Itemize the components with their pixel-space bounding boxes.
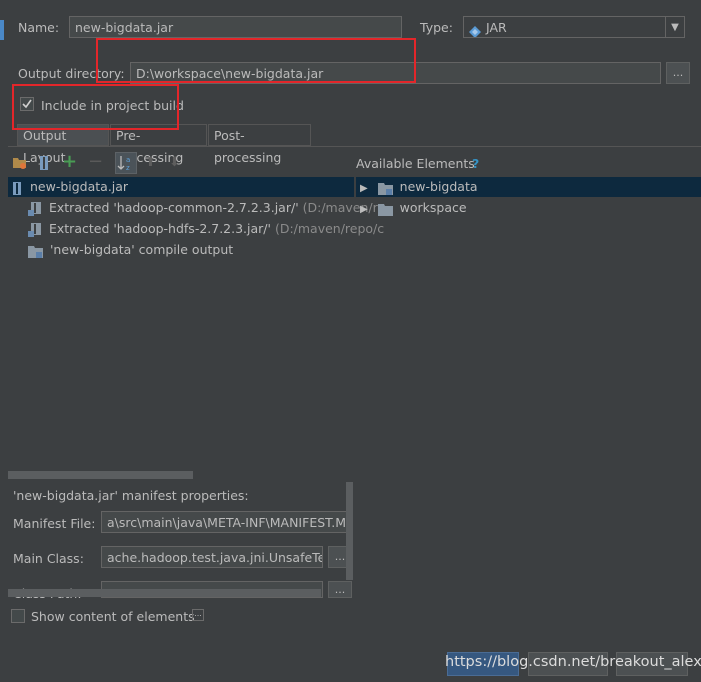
class-path-browse-button[interactable]: ... <box>328 581 352 598</box>
manifest-vertical-scrollbar[interactable] <box>346 482 353 580</box>
expand-arrow-icon[interactable]: ▶ <box>360 204 368 215</box>
tab-post-processing[interactable]: Post-processing <box>208 124 311 165</box>
module-output-folder-icon <box>28 244 43 258</box>
svg-text:a: a <box>126 156 130 164</box>
watermark: https://blog.csdn.net/breakout_alex <box>445 654 701 670</box>
tree-row-extracted-common[interactable]: Extracted 'hadoop-common-2.7.2.3.jar/' (… <box>28 198 385 218</box>
tree-row-compile-output[interactable]: 'new-bigdata' compile output <box>28 240 233 260</box>
manifest-header: 'new-bigdata.jar' manifest properties: <box>13 488 249 503</box>
annotation-box-include-build <box>12 84 179 130</box>
available-row-label: workspace <box>399 200 467 215</box>
left-edge-marker <box>0 20 4 40</box>
main-class-label: Main Class: <box>13 551 84 566</box>
svg-text:z: z <box>126 164 130 172</box>
tree-row-jar[interactable]: new-bigdata.jar <box>8 177 354 197</box>
type-value: JAR <box>486 20 507 35</box>
move-up-icon[interactable]: ⬆ <box>145 156 157 170</box>
available-row-label: new-bigdata <box>399 179 478 194</box>
name-label: Name: <box>18 20 60 35</box>
available-row-workspace[interactable]: ▶ workspace <box>356 198 467 218</box>
extracted-archive-icon <box>28 201 42 216</box>
manifest-horizontal-scrollbar[interactable] <box>8 589 321 597</box>
add-icon[interactable]: + <box>62 153 80 171</box>
jar-type-icon <box>469 23 481 37</box>
remove-icon[interactable]: − <box>88 153 103 171</box>
manifest-file-input[interactable]: a\src\main\java\META-INF\MANIFEST.MF <box>101 511 352 533</box>
show-content-checkbox[interactable] <box>11 609 25 623</box>
sort-icon[interactable]: az <box>115 152 137 174</box>
available-elements-panel: ▶ new-bigdata ▶ workspace <box>356 177 701 637</box>
new-folder-icon[interactable] <box>12 156 28 170</box>
tree-row-label: Extracted 'hadoop-common-2.7.2.3.jar/' <box>48 200 299 215</box>
chevron-down-icon: ▼ <box>665 17 684 37</box>
tree-row-extracted-hdfs[interactable]: Extracted 'hadoop-hdfs-2.7.2.3.jar/' (D:… <box>28 219 384 239</box>
jar-icon <box>12 181 22 195</box>
move-down-icon[interactable]: ⬇ <box>169 156 181 170</box>
folder-icon <box>377 202 393 216</box>
output-tree-panel: new-bigdata.jar Extracted 'hadoop-common… <box>8 177 385 479</box>
annotation-box-output-directory <box>96 38 416 83</box>
manifest-file-label: Manifest File: <box>13 516 96 531</box>
tree-row-label: 'new-bigdata' compile output <box>49 242 234 257</box>
extracted-archive-icon <box>28 222 42 237</box>
browse-button[interactable]: ... <box>666 62 690 84</box>
module-folder-icon <box>377 181 393 195</box>
archive-icon[interactable] <box>38 156 50 170</box>
help-icon[interactable]: ? <box>472 156 479 171</box>
available-elements-title: Available Elements <box>356 156 475 171</box>
tab-underline <box>8 146 701 147</box>
expand-arrow-icon[interactable]: ▶ <box>360 183 368 194</box>
type-select[interactable]: JAR ▼ <box>463 16 685 38</box>
main-class-input[interactable]: ache.hadoop.test.java.jni.UnsafeTest <box>101 546 323 568</box>
tree-row-label: new-bigdata.jar <box>29 179 129 194</box>
show-content-more-button[interactable]: ... <box>192 609 204 621</box>
tree-horizontal-scrollbar[interactable] <box>8 471 193 479</box>
tree-row-label: Extracted 'hadoop-hdfs-2.7.2.3.jar/' <box>48 221 271 236</box>
show-content-label[interactable]: Show content of elements <box>31 609 195 624</box>
available-row-new-bigdata[interactable]: ▶ new-bigdata <box>356 177 701 197</box>
type-label: Type: <box>420 20 453 35</box>
name-input[interactable]: new-bigdata.jar <box>69 16 402 38</box>
